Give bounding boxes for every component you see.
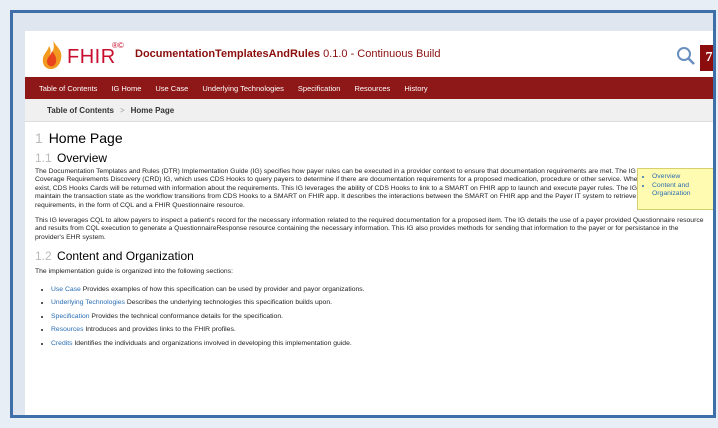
list-item-text: Provides the technical conformance detai…: [89, 312, 283, 320]
screenshot-frame: FHIR ®© DocumentationTemplatesAndRules 0…: [10, 10, 716, 418]
nav-use-case[interactable]: Use Case: [155, 84, 188, 93]
overview-paragraph-2: This IG leverages CQL to allow payers to…: [35, 217, 704, 241]
nav-underlying-technologies[interactable]: Underlying Technologies: [202, 84, 284, 93]
list-item: Specification Provides the technical con…: [51, 310, 709, 324]
fhir-logo[interactable]: FHIR ®©: [39, 39, 127, 71]
breadcrumb-separator: >: [119, 105, 125, 115]
list-item-text: Provides examples of how this specificat…: [80, 285, 365, 293]
ig-version: 0.1.0 - Continuous Build: [323, 48, 441, 60]
content-intro: The implementation guide is organized in…: [35, 268, 233, 276]
hl7-logo[interactable]: 7: [700, 45, 713, 71]
link-use-case[interactable]: Use Case: [51, 286, 81, 293]
toc-item-overview[interactable]: Overview: [652, 173, 710, 182]
section-overview-heading: 1.1 Overview: [35, 151, 709, 165]
ig-title: DocumentationTemplatesAndRules 0.1.0 - C…: [135, 48, 440, 60]
section-number: 1.1: [35, 151, 52, 165]
browser-page: FHIR ®© DocumentationTemplatesAndRules 0…: [25, 31, 713, 415]
list-item-text: Describes the underlying technologies th…: [124, 299, 332, 307]
list-item: Underlying Technologies Describes the un…: [51, 296, 709, 310]
list-item: Credits Identifies the individuals and o…: [51, 337, 709, 351]
nav-history[interactable]: History: [404, 84, 427, 93]
nav-specification[interactable]: Specification: [298, 84, 341, 93]
list-item: Resources Introduces and provides links …: [51, 323, 709, 337]
section-title: Content and Organization: [57, 249, 194, 264]
nav-resources[interactable]: Resources: [354, 84, 390, 93]
nav-ig-home[interactable]: IG Home: [111, 84, 141, 93]
flame-icon: [42, 41, 62, 69]
main-nav: Table of Contents IG Home Use Case Under…: [25, 77, 713, 99]
section-content-heading: 1.2 Content and Organization: [35, 249, 709, 263]
page-title-number: 1: [35, 130, 43, 146]
link-resources[interactable]: Resources: [51, 326, 84, 333]
toc-item-content-organization[interactable]: Content and Organization: [652, 182, 710, 199]
site-header: FHIR ®© DocumentationTemplatesAndRules 0…: [25, 31, 713, 77]
list-item-text: Identifies the individuals and organizat…: [72, 339, 352, 347]
section-number: 1.2: [35, 249, 52, 264]
list-item-text: Introduces and provides links to the FHI…: [83, 326, 236, 334]
hl7-logo-text: 7: [705, 50, 713, 65]
page-title-text: Home Page: [48, 130, 123, 146]
nav-table-of-contents[interactable]: Table of Contents: [39, 84, 97, 93]
overview-paragraph-1: The Documentation Templates and Rules (D…: [35, 168, 703, 209]
breadcrumb-root[interactable]: Table of Contents: [47, 106, 114, 115]
main-content: 1 Home Page 1.1 Overview The Documentati…: [25, 130, 713, 351]
ig-name: DocumentationTemplatesAndRules: [135, 48, 320, 60]
inpage-toc: Overview Content and Organization: [637, 168, 713, 210]
section-list: Use Case Provides examples of how this s…: [35, 283, 709, 351]
link-underlying-technologies[interactable]: Underlying Technologies: [51, 299, 125, 306]
link-specification[interactable]: Specification: [51, 313, 90, 320]
search-icon[interactable]: [675, 45, 697, 67]
fhir-logo-reg: ®©: [112, 41, 124, 50]
section-title: Overview: [57, 151, 108, 165]
link-credits[interactable]: Credits: [51, 340, 73, 347]
fhir-logo-text: FHIR: [67, 46, 116, 68]
list-item: Use Case Provides examples of how this s…: [51, 283, 709, 297]
breadcrumb-current: Home Page: [130, 105, 175, 115]
page-title: 1 Home Page: [35, 130, 709, 146]
breadcrumb: Table of Contents > Home Page: [25, 99, 713, 122]
